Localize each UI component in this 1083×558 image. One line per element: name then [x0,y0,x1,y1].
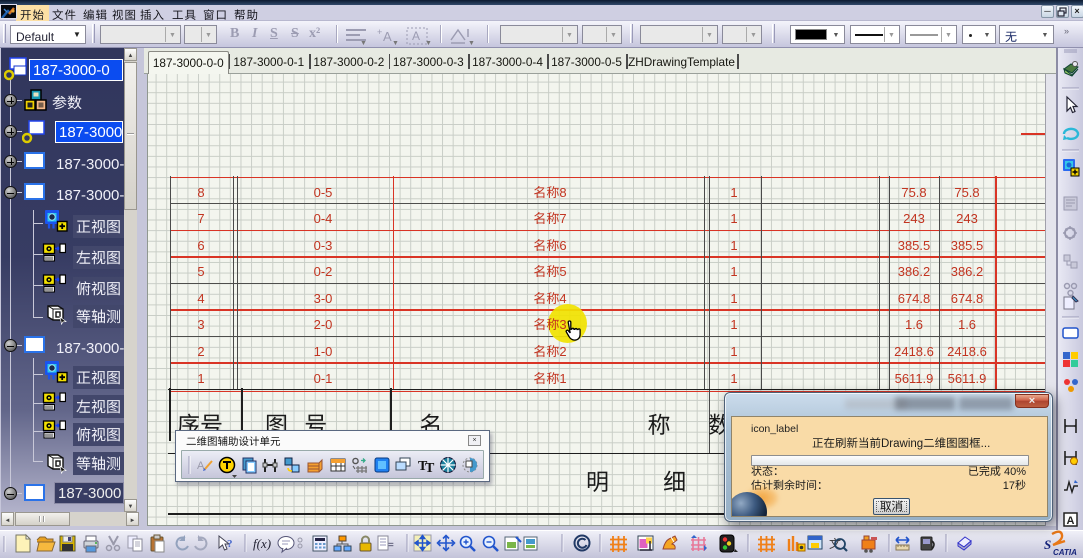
svg-text:CATIA: CATIA [1053,548,1077,557]
svg-text:f(x): f(x) [253,536,271,551]
svg-text:A: A [1067,515,1075,527]
svg-text:T: T [425,461,435,476]
svg-text:A: A [412,29,420,43]
svg-text:A: A [383,29,392,44]
svg-text:=: = [388,536,394,551]
svg-text:+: + [377,27,382,38]
svg-text:?: ? [227,538,233,550]
svg-text:S: S [1044,537,1051,552]
